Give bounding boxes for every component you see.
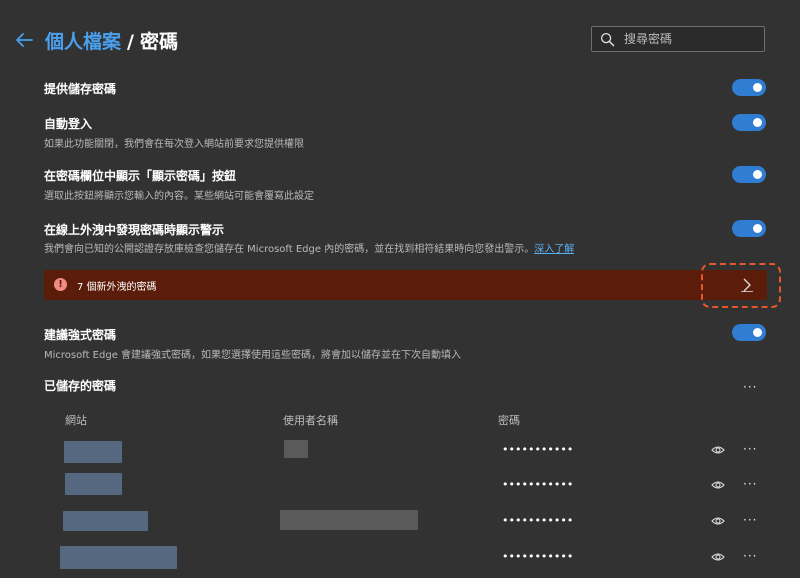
strong-password-desc: Microsoft Edge 會建議強式密碼，如果您選擇使用這些密碼，將會加以儲… — [44, 350, 462, 361]
site-name-redacted[interactable] — [63, 511, 148, 531]
saved-passwords-more-button[interactable]: ··· — [743, 381, 757, 393]
search-box[interactable] — [591, 26, 765, 52]
leak-alert-desc-text: 我們會向已知的公開認證存放庫檢查您儲存在 Microsoft Edge 內的密碼… — [44, 244, 535, 255]
eye-icon[interactable] — [711, 445, 725, 455]
row-more-button[interactable]: ··· — [743, 514, 757, 526]
password-masked: ••••••••••• — [502, 514, 574, 527]
table-row: ••••••••••• ··· — [44, 438, 766, 464]
password-masked: ••••••••••• — [502, 443, 574, 456]
column-header-username[interactable]: 使用者名稱 — [283, 412, 338, 428]
username-redacted — [280, 510, 418, 530]
eye-icon[interactable] — [711, 480, 725, 490]
eye-icon[interactable] — [711, 552, 725, 562]
leak-alert-title: 在線上外洩中發現密碼時顯示警示 — [44, 223, 225, 237]
search-icon — [600, 32, 615, 47]
row-more-button[interactable]: ··· — [743, 478, 757, 490]
page-title: 密碼 — [139, 31, 178, 53]
offer-save-title: 提供儲存密碼 — [44, 82, 117, 96]
highlight-annotation — [701, 263, 781, 308]
leak-alert-toggle[interactable] — [732, 220, 766, 237]
row-more-button[interactable]: ··· — [743, 550, 757, 562]
breadcrumb-profile-link[interactable]: 個人檔案 — [45, 31, 121, 53]
eye-icon[interactable] — [711, 516, 725, 526]
password-masked: ••••••••••• — [502, 478, 574, 491]
exclamation-icon: ! — [54, 278, 67, 291]
table-row: ••••••••••• ··· — [44, 473, 766, 499]
reveal-button-toggle[interactable] — [732, 166, 766, 183]
strong-password-toggle[interactable] — [732, 324, 766, 341]
username-redacted — [284, 440, 308, 458]
password-masked: ••••••••••• — [502, 550, 574, 563]
table-row: ••••••••••• ··· — [44, 509, 766, 535]
reveal-button-title: 在密碼欄位中顯示「顯示密碼」按鈕 — [44, 169, 237, 183]
auto-signin-toggle[interactable] — [732, 114, 766, 131]
strong-password-title: 建議強式密碼 — [44, 328, 117, 342]
column-header-password[interactable]: 密碼 — [498, 412, 520, 428]
search-input[interactable] — [624, 29, 758, 49]
site-name-redacted[interactable] — [60, 546, 177, 569]
reveal-button-desc: 選取此按鈕將顯示您輸入的內容。某些網站可能會覆寫此設定 — [44, 191, 314, 202]
auto-signin-desc: 如果此功能關閉，我們會在每次登入網站前要求您提供權限 — [44, 139, 304, 150]
offer-save-toggle[interactable] — [732, 79, 766, 96]
learn-more-link[interactable]: 深入了解 — [534, 244, 574, 255]
site-name-redacted[interactable] — [64, 441, 122, 463]
breadcrumb: 個人檔案 / 密碼 — [45, 27, 178, 54]
site-name-redacted[interactable] — [65, 473, 122, 495]
saved-passwords-title: 已儲存的密碼 — [44, 379, 117, 393]
auto-signin-title: 自動登入 — [44, 117, 93, 131]
row-more-button[interactable]: ··· — [743, 443, 757, 455]
column-header-site[interactable]: 網站 — [65, 412, 87, 428]
breadcrumb-separator: / — [127, 31, 134, 53]
back-arrow-icon[interactable] — [12, 28, 36, 52]
table-row: ••••••••••• ··· — [44, 545, 766, 571]
leak-alert-desc: 我們會向已知的公開認證存放庫檢查您儲存在 Microsoft Edge 內的密碼… — [44, 240, 574, 255]
leaked-passwords-banner[interactable]: ! 7 個新外洩的密碼 — [44, 270, 767, 300]
leaked-passwords-text: 7 個新外洩的密碼 — [77, 282, 157, 293]
